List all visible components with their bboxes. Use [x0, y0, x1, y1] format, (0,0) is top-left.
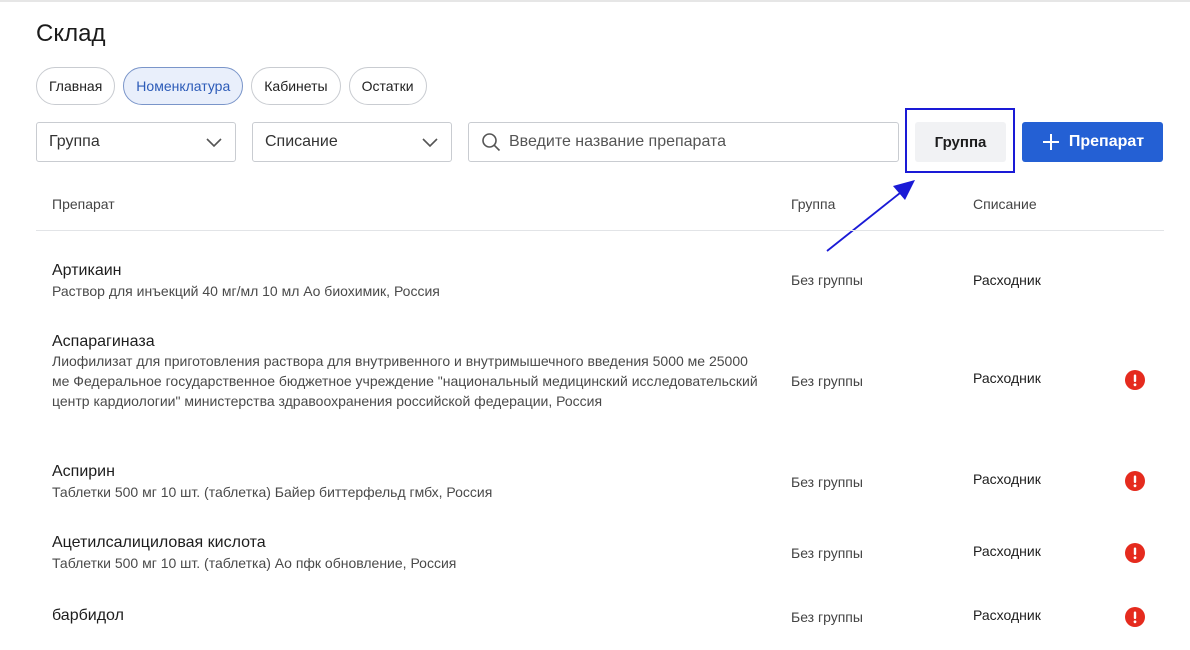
table-row[interactable]: барбидол Без группы Расходник: [36, 607, 1164, 637]
drug-writeoff: Расходник: [973, 543, 1041, 559]
chevron-down-icon: [206, 138, 222, 148]
header-divider: [36, 230, 1164, 231]
drug-name: барбидол: [52, 607, 124, 624]
annotation-highlight-box: [905, 108, 1015, 173]
column-header-group: Группа: [791, 196, 836, 212]
plus-icon: [1042, 134, 1059, 150]
add-drug-label: Препарат: [1068, 133, 1145, 150]
warning-icon[interactable]: [1125, 370, 1145, 390]
group-select-value: Группа: [49, 133, 100, 150]
search-box: [468, 122, 899, 162]
table-row[interactable]: Ацетилсалициловая кислота Таблетки 500 м…: [36, 534, 1164, 584]
chevron-down-icon: [422, 138, 438, 148]
warning-icon[interactable]: [1125, 607, 1145, 627]
drug-group: Без группы: [791, 474, 863, 490]
drug-group: Без группы: [791, 272, 863, 288]
tab-stock[interactable]: Остатки: [348, 67, 427, 105]
warning-icon[interactable]: [1125, 543, 1145, 563]
drug-description: Раствор для инъекций 40 мг/мл 10 мл Ао б…: [52, 283, 440, 299]
top-divider: [0, 0, 1190, 2]
search-icon: [482, 133, 501, 152]
writeoff-select-value: Списание: [265, 133, 338, 150]
tab-bar: Главная Номенклатура Кабинеты Остатки: [36, 67, 427, 105]
drug-group: Без группы: [791, 545, 863, 561]
table-row[interactable]: Аспарагиназа Лиофилизат для приготовлени…: [36, 333, 1164, 433]
drug-name: Аспарагиназа: [52, 333, 155, 350]
drug-name: Артикаин: [52, 262, 122, 279]
column-header-drug: Препарат: [52, 196, 115, 212]
table-row[interactable]: Артикаин Раствор для инъекций 40 мг/мл 1…: [36, 262, 1164, 312]
page-title: Склад: [36, 20, 106, 47]
add-drug-button[interactable]: Препарат: [1022, 122, 1163, 162]
group-select[interactable]: Группа: [36, 122, 236, 162]
tab-cabinets[interactable]: Кабинеты: [251, 67, 341, 105]
warning-icon[interactable]: [1125, 471, 1145, 491]
tab-main[interactable]: Главная: [36, 67, 116, 105]
drug-group: Без группы: [791, 373, 863, 389]
drug-writeoff: Расходник: [973, 607, 1041, 623]
search-input[interactable]: [507, 132, 886, 152]
drug-group: Без группы: [791, 609, 863, 625]
tab-nomenclature[interactable]: Номенклатура: [123, 67, 244, 105]
writeoff-select[interactable]: Списание: [252, 122, 452, 162]
drug-name: Аспирин: [52, 463, 115, 480]
drug-description: Таблетки 500 мг 10 шт. (таблетка) Ао пфк…: [52, 555, 457, 571]
drug-description: Таблетки 500 мг 10 шт. (таблетка) Байер …: [52, 484, 493, 500]
drug-writeoff: Расходник: [973, 272, 1041, 288]
drug-name: Ацетилсалициловая кислота: [52, 534, 266, 551]
table-row[interactable]: Аспирин Таблетки 500 мг 10 шт. (таблетка…: [36, 463, 1164, 513]
drug-writeoff: Расходник: [973, 471, 1041, 487]
drug-writeoff: Расходник: [973, 370, 1041, 386]
drug-description: Лиофилизат для приготовления раствора дл…: [52, 353, 758, 409]
column-header-writeoff: Списание: [973, 196, 1037, 212]
